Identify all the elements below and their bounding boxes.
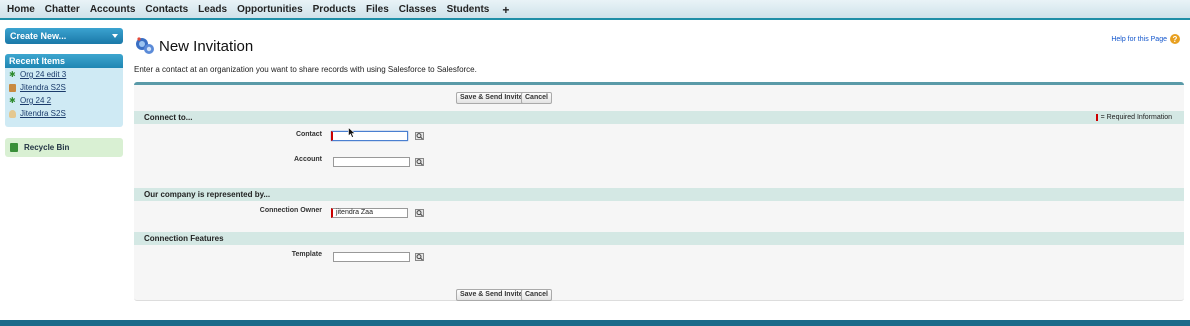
intro-text: Enter a contact at an organization you w…	[134, 65, 477, 74]
connection-icon: ✱	[9, 69, 16, 79]
required-legend: = Required Information	[1095, 111, 1172, 124]
contact-lookup-icon[interactable]	[415, 132, 424, 140]
tab-files[interactable]: Files	[361, 0, 394, 20]
bottom-bar	[0, 320, 1190, 326]
add-tab-button[interactable]: +	[494, 0, 514, 20]
owner-lookup-icon[interactable]	[415, 209, 424, 217]
tab-chatter[interactable]: Chatter	[40, 0, 85, 20]
connection-owner-field[interactable]: jitendra Zaa	[331, 208, 408, 218]
connection-icon: ✱	[9, 95, 16, 105]
template-label: Template	[291, 251, 322, 258]
tab-opportunities[interactable]: Opportunities	[232, 0, 308, 20]
recent-items-panel: Recent Items ✱ Org 24 edit 3 Jitendra S2…	[5, 54, 123, 127]
account-field[interactable]	[333, 157, 410, 167]
tab-products[interactable]: Products	[308, 0, 361, 20]
help-label[interactable]: Help for this Page	[1111, 36, 1167, 43]
template-field[interactable]	[333, 252, 410, 262]
recycle-bin-icon	[10, 143, 18, 152]
recent-items-title: Recent Items	[5, 54, 123, 68]
mouse-pointer-icon	[348, 127, 356, 138]
section-title: Connect to...	[144, 113, 193, 122]
create-new-label: Create New...	[10, 31, 67, 41]
tab-leads[interactable]: Leads	[193, 0, 232, 20]
tab-classes[interactable]: Classes	[394, 0, 442, 20]
cancel-button-top[interactable]: Cancel	[521, 92, 552, 104]
account-label: Account	[294, 156, 322, 163]
recent-item[interactable]: ✱ Org 24 edit 3	[5, 68, 123, 81]
contact-field[interactable]	[331, 131, 408, 141]
recent-item-label[interactable]: Jitendra S2S	[20, 83, 66, 92]
template-lookup-icon[interactable]	[415, 253, 424, 261]
account-lookup-icon[interactable]	[415, 158, 424, 166]
chevron-down-icon	[112, 34, 118, 38]
section-connection-features: Connection Features	[134, 232, 1184, 245]
contact-icon	[9, 109, 16, 118]
section-title: Connection Features	[144, 234, 224, 243]
tab-students[interactable]: Students	[442, 0, 495, 20]
tab-accounts[interactable]: Accounts	[85, 0, 141, 20]
page-header: New Invitation Help for this Page ?	[134, 28, 1184, 60]
invitation-icon	[136, 37, 154, 54]
help-link[interactable]: Help for this Page ?	[1111, 34, 1180, 44]
tab-contacts[interactable]: Contacts	[140, 0, 193, 20]
recent-item-label[interactable]: Org 24 edit 3	[20, 70, 66, 79]
recent-item-label[interactable]: Org 24 2	[20, 96, 51, 105]
recycle-bin-label: Recycle Bin	[24, 143, 70, 152]
main-content: New Invitation Help for this Page ? Ente…	[134, 28, 1184, 301]
cancel-button-bottom[interactable]: Cancel	[521, 289, 552, 301]
section-company: Our company is represented by...	[134, 188, 1184, 201]
save-send-invite-button-bottom[interactable]: Save & Send Invite	[456, 289, 527, 301]
account-icon	[9, 83, 16, 92]
create-new-button[interactable]: Create New...	[5, 28, 123, 44]
page-title: New Invitation	[159, 38, 254, 55]
recent-item[interactable]: ✱ Org 24 2	[5, 94, 123, 107]
recent-item[interactable]: Jitendra S2S	[5, 107, 123, 120]
recycle-bin[interactable]: Recycle Bin	[5, 138, 123, 157]
tab-home[interactable]: Home	[2, 0, 40, 20]
required-marker-icon	[1095, 114, 1098, 121]
help-icon[interactable]: ?	[1170, 34, 1180, 44]
recent-item-label[interactable]: Jitendra S2S	[20, 109, 66, 118]
required-legend-text: = Required Information	[1100, 114, 1172, 121]
invitation-form: Save & Send Invite Cancel Connect to... …	[134, 82, 1184, 301]
contact-label: Contact	[295, 131, 322, 138]
section-connect-to: Connect to... = Required Information	[134, 111, 1184, 124]
sidebar: Create New... Recent Items ✱ Org 24 edit…	[5, 28, 123, 157]
connection-owner-label: Connection Owner	[259, 207, 322, 214]
top-nav: Home Chatter Accounts Contacts Leads Opp…	[0, 0, 1190, 20]
save-send-invite-button-top[interactable]: Save & Send Invite	[456, 92, 527, 104]
section-title: Our company is represented by...	[144, 190, 271, 199]
recent-item[interactable]: Jitendra S2S	[5, 81, 123, 94]
